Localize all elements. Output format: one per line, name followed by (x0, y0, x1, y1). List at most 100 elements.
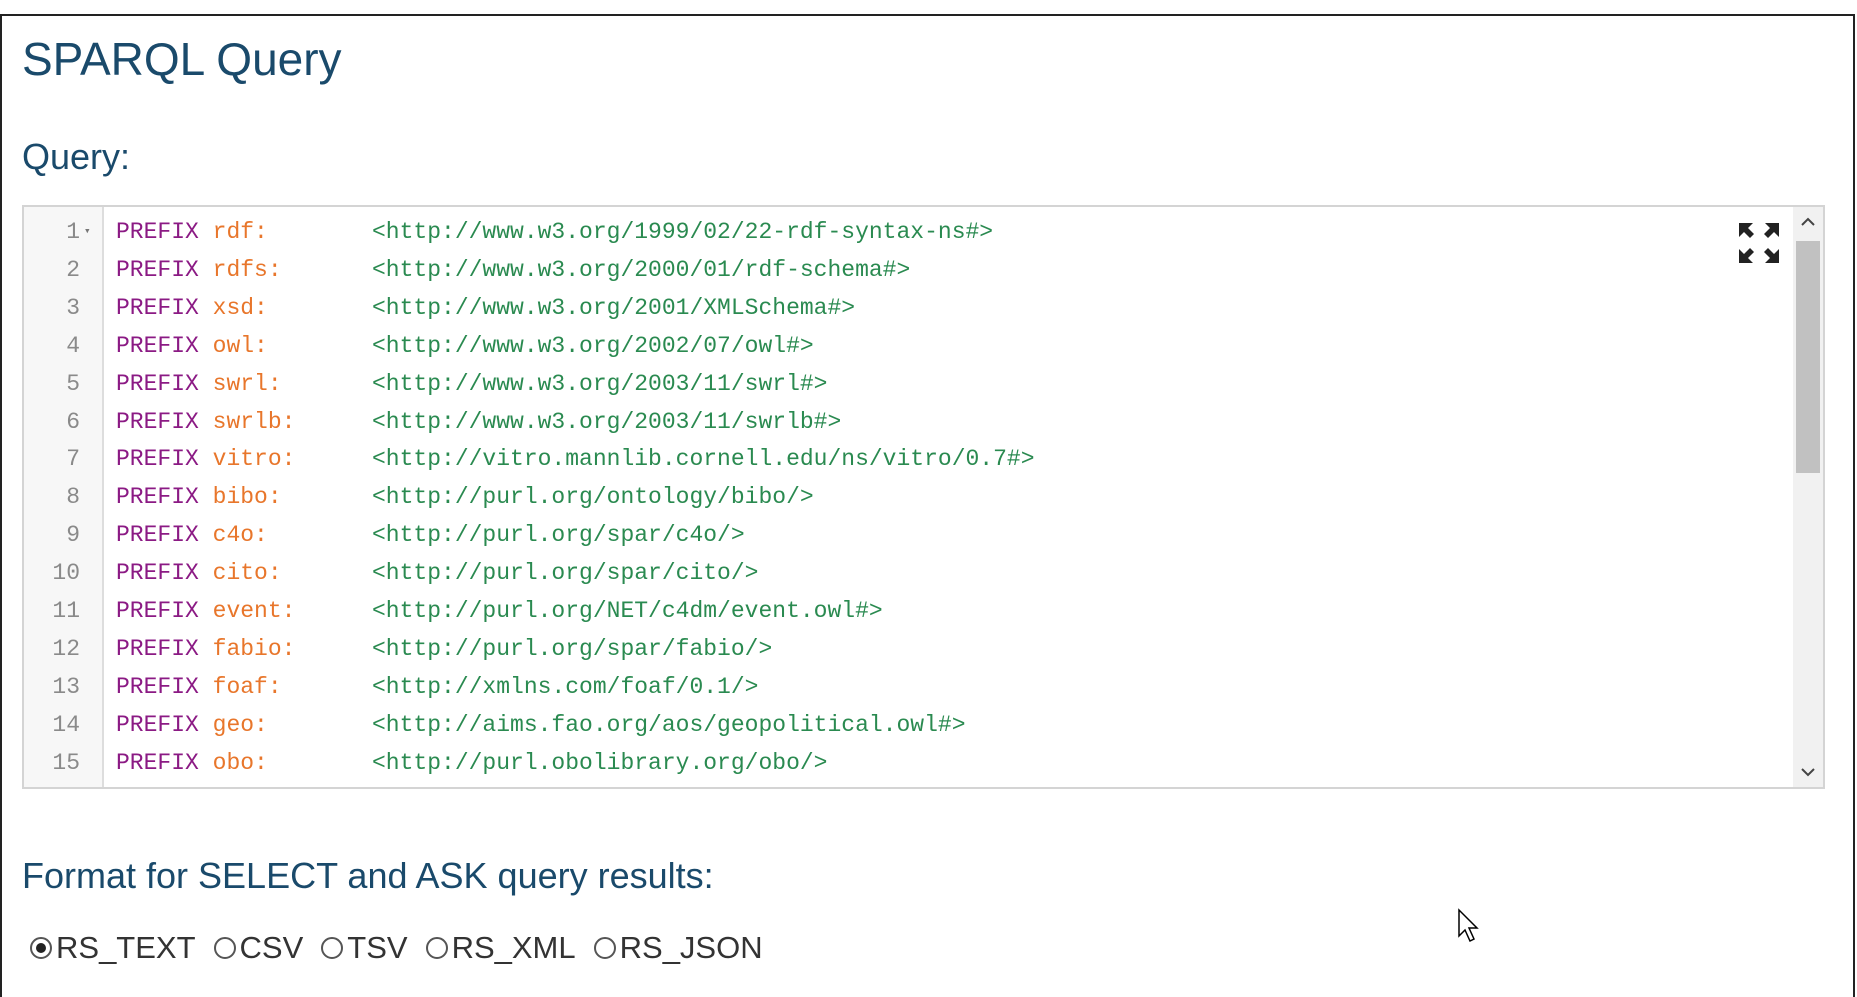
line-number: 15 (52, 749, 80, 776)
line-number: 6 (66, 408, 80, 435)
keyword-token: PREFIX (116, 256, 199, 283)
code-line[interactable]: 11 PREFIX event: <http://purl.org/NET/c4dm… (24, 592, 1794, 630)
code-text: PREFIX swrlb: (116, 403, 295, 441)
uri-token: <http://purl.org/spar/fabio/> (372, 635, 773, 662)
page-title: SPARQL Query (22, 33, 342, 85)
radio-label: RS_TEXT (56, 930, 196, 965)
line-number: 4 (66, 332, 80, 359)
mouse-cursor-icon (1458, 908, 1479, 943)
line-number: 3 (66, 294, 80, 321)
code-line[interactable]: 3 PREFIX xsd: <http://www.w3.org/2001/XMLS… (24, 289, 1794, 327)
code-line[interactable]: 6 PREFIX swrlb: <http://www.w3.org/2003/11… (24, 403, 1794, 441)
prefix-token: owl: (212, 332, 268, 359)
prefix-token: c4o: (212, 522, 268, 549)
prefix-token: xsd: (212, 294, 268, 321)
keyword-token: PREFIX (116, 635, 199, 662)
line-number: 2 (66, 256, 80, 283)
uri-token: <http://www.w3.org/2000/01/rdf-schema#> (372, 256, 911, 283)
query-label: Query: (22, 136, 131, 177)
radio-label: TSV (347, 930, 408, 965)
expand-icon[interactable] (1737, 221, 1781, 265)
code-line[interactable]: 4 PREFIX owl: <http://www.w3.org/2002/07/o… (24, 327, 1794, 365)
uri-token: <http://xmlns.com/foaf/0.1/> (372, 673, 759, 700)
code-line[interactable]: 9 PREFIX c4o: <http://purl.org/spar/c4o/> (24, 516, 1794, 554)
scroll-down-icon[interactable] (1793, 757, 1823, 787)
radio-button[interactable] (425, 937, 448, 959)
prefix-token: obo: (212, 749, 268, 776)
keyword-token: PREFIX (116, 332, 199, 359)
code-line[interactable]: 8 PREFIX bibo: <http://purl.org/ontology/b… (24, 478, 1794, 516)
uri-token: <http://www.w3.org/2002/07/owl#> (372, 332, 814, 359)
format-radio-group[interactable]: RS_TEXT CSV TSV RS_XML RS_JSON (30, 930, 781, 966)
editor-scrollbar[interactable] (1793, 207, 1823, 787)
prefix-token: fabio: (212, 635, 296, 662)
scrollbar-thumb[interactable] (1796, 241, 1820, 473)
prefix-token: rdf: (212, 219, 268, 245)
code-text: PREFIX obo: (116, 744, 268, 782)
prefix-token: bibo: (212, 484, 282, 511)
code-text: PREFIX rdf: (116, 213, 268, 251)
radio-button[interactable] (321, 937, 344, 959)
keyword-token: PREFIX (116, 522, 199, 549)
uri-token: <http://purl.org/spar/cito/> (372, 560, 759, 587)
keyword-token: PREFIX (116, 446, 199, 473)
fold-arrow-icon[interactable]: ▾ (84, 213, 91, 251)
uri-token: <http://www.w3.org/2003/11/swrl#> (372, 370, 828, 397)
code-line[interactable]: 5 PREFIX swrl: <http://www.w3.org/2003/11/… (24, 365, 1794, 403)
keyword-token: PREFIX (116, 294, 199, 321)
keyword-token: PREFIX (116, 219, 199, 245)
format-label: Format for SELECT and ASK query results: (22, 855, 714, 896)
keyword-token: PREFIX (116, 673, 199, 700)
prefix-token: event: (212, 598, 296, 624)
radio-button[interactable] (213, 937, 236, 959)
code-text: PREFIX foaf: (116, 668, 282, 706)
code-line[interactable]: 13 PREFIX foaf: <http://xmlns.com/foaf/0.1… (24, 668, 1794, 706)
code-text: PREFIX bibo: (116, 478, 282, 516)
code-text: PREFIX vitro: (116, 440, 295, 478)
uri-token: <http://www.w3.org/1999/02/22-rdf-syntax… (372, 219, 994, 245)
query-editor[interactable]: 1 ▾ PREFIX rdf: <http://www.w3.org/1999/02/… (22, 205, 1825, 789)
format-option-csv[interactable]: CSV (213, 930, 304, 966)
line-number: 9 (66, 522, 80, 549)
code-line[interactable]: 1 ▾ PREFIX rdf: <http://www.w3.org/1999/02/… (24, 213, 1794, 251)
radio-button[interactable] (30, 937, 52, 959)
keyword-token: PREFIX (116, 749, 199, 776)
code-line[interactable]: 7 PREFIX vitro: <http://vitro.mannlib.corn… (24, 440, 1794, 478)
line-number: 12 (52, 635, 80, 662)
code-line[interactable]: 10 PREFIX cito: <http://purl.org/spar/cito… (24, 554, 1794, 592)
keyword-token: PREFIX (116, 598, 199, 624)
uri-token: <http://vitro.mannlib.cornell.edu/ns/vit… (372, 446, 1035, 473)
code-text: PREFIX cito: (116, 554, 282, 592)
uri-token: <http://purl.org/spar/c4o/> (372, 522, 745, 549)
radio-label: CSV (239, 930, 304, 965)
prefix-token: cito: (212, 560, 282, 587)
format-option-rs-xml[interactable]: RS_XML (425, 930, 576, 966)
format-option-tsv[interactable]: TSV (321, 930, 408, 966)
radio-label: RS_XML (451, 930, 576, 965)
line-number: 8 (66, 484, 80, 511)
line-number: 1 (66, 219, 80, 245)
code-text: PREFIX event: (116, 592, 295, 630)
radio-label: RS_JSON (619, 930, 763, 965)
uri-token: <http://aims.fao.org/aos/geopolitical.ow… (372, 711, 966, 738)
keyword-token: PREFIX (116, 484, 199, 511)
format-option-rs-json[interactable]: RS_JSON (593, 930, 763, 966)
keyword-token: PREFIX (116, 370, 199, 397)
radio-button[interactable] (593, 937, 616, 959)
code-text: PREFIX c4o: (116, 516, 268, 554)
code-line[interactable]: 15 PREFIX obo: <http://purl.obolibrary.org… (24, 744, 1794, 782)
code-line[interactable]: 14 PREFIX geo: <http://aims.fao.org/aos/ge… (24, 706, 1794, 744)
keyword-token: PREFIX (116, 408, 199, 435)
prefix-token: vitro: (212, 446, 296, 473)
code-line[interactable]: 2 PREFIX rdfs: <http://www.w3.org/2000/01/… (24, 251, 1794, 289)
line-number: 5 (66, 370, 80, 397)
prefix-token: swrl: (212, 370, 282, 397)
code-text: PREFIX rdfs: (116, 251, 282, 289)
line-number: 13 (52, 673, 80, 700)
prefix-token: foaf: (212, 673, 282, 700)
line-number: 11 (52, 598, 80, 624)
code-text: PREFIX owl: (116, 327, 268, 365)
scroll-up-icon[interactable] (1793, 207, 1823, 237)
format-option-rs-text[interactable]: RS_TEXT (30, 930, 196, 966)
code-line[interactable]: 12 PREFIX fabio: <http://purl.org/spar/fab… (24, 630, 1794, 668)
